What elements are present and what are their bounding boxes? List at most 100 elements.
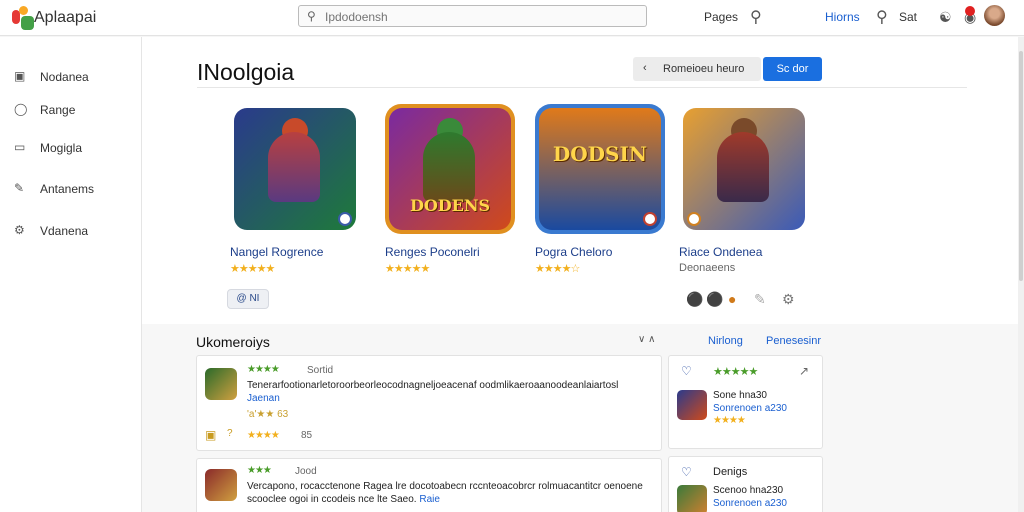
heart-icon[interactable]: ♡ [681,364,692,378]
like-icon[interactable]: ⚫ [686,291,703,308]
rating-stars: ★★★★★ [713,366,758,378]
sat-link[interactable]: Sat [899,10,917,24]
filter-chip[interactable]: @ NI [227,289,269,309]
globe-icon[interactable]: ☯ [939,9,952,26]
game-card[interactable]: DODSIN Pogra Cheloro ★★★★☆ [535,104,669,304]
game-name[interactable]: Nangel Rogrence [230,245,323,259]
game-tile-1[interactable] [230,104,360,234]
side-card-line: Sone hna30 [713,390,767,401]
app-name[interactable]: Aplaapai [34,9,96,27]
review-count: 85 [301,430,313,441]
monitor-icon: ▣ [14,69,26,83]
pen-icon: ✎ [14,181,25,195]
game-logo-text: DODSIN [552,142,648,166]
review-body: Tenerarfootionarletoroorbeorleocodnagnel… [247,380,619,391]
fire-icon[interactable]: ⚫ [706,291,723,308]
game-tile-3[interactable]: DODSIN [535,104,665,234]
sidebar: ▣ Nodanea ◯ Range ▭ Mogigla ✎ Antanems ⚙… [0,37,142,512]
scrollbar[interactable] [1018,37,1024,512]
side-card-line[interactable]: Sonrenoen a230 [713,403,787,414]
heart-icon[interactable]: ♡ [681,465,692,479]
game-logo-text: DODENS [409,196,491,215]
chevron-left-icon: ‹ [643,62,647,74]
platform-icon [687,212,701,226]
game-thumbnail[interactable] [677,390,707,420]
sidebar-item-label: Antanems [40,182,95,196]
side-card[interactable]: ♡ ★★★★★ ↗ Sone hna30 Sonrenoen a230 ★★★★ [668,355,823,449]
badge-icon: ▣ [205,428,217,442]
section-link[interactable]: Penesesinr [766,335,821,347]
sidebar-item-3[interactable]: ▭ Mogigla [14,140,134,160]
review-text: Tenerarfootionarletoroorbeorleocodnagnel… [247,379,647,405]
review-read-more-link[interactable]: Jaenan [247,393,280,404]
pencil-icon[interactable]: ✎ [754,291,766,308]
side-card-title: Denigs [713,466,748,478]
review-body: Vercapono, rocacctenone Ragea lre docoto… [247,481,643,505]
search-box[interactable]: ⚲ [298,5,647,27]
secondary-button-label: Romeioeu heuro [663,63,745,75]
review-text: Vercapono, rocacctenone Ragea lre docoto… [247,480,647,506]
game-card[interactable]: Nangel Rogrence ★★★★★ [230,104,364,304]
platform-icon [643,212,657,226]
secondary-button[interactable]: ‹ Romeioeu heuro [633,57,761,81]
review-stars: ★★★★ [247,364,280,375]
primary-button[interactable]: Sc dor [763,57,822,81]
game-name[interactable]: Riace Ondenea [679,245,762,259]
review-game-thumbnail[interactable] [205,368,237,400]
main-content: INoolgoia ‹ Romeioeu heuro Sc dor Nangel… [142,37,1018,512]
search-input[interactable] [325,9,625,24]
search-icon[interactable]: ⚲ [876,7,888,27]
sidebar-item-2[interactable]: ◯ Range [14,102,134,122]
review-meta: 'a'★★ 63 [247,409,289,420]
sidebar-item-4[interactable]: ✎ Antanems [14,181,134,201]
sidebar-item-1[interactable]: ▣ Nodanea [14,69,134,89]
section-link[interactable]: Nirlong [708,335,743,347]
sidebar-item-label: Range [40,103,76,117]
sidebar-item-label: Vdanena [40,224,89,238]
chevron-down-icon[interactable]: ∨ ∧ [638,334,655,345]
game-name[interactable]: Renges Poconelri [385,245,480,259]
search-icon[interactable]: ⚲ [750,7,762,27]
settings-icon: ⚙ [14,223,25,237]
sidebar-item-5[interactable]: ⚙ Vdanena [14,223,134,243]
review-game-thumbnail[interactable] [205,469,237,501]
search-icon: ⚲ [307,9,316,23]
arrow-icon[interactable]: ↗ [799,364,809,378]
question-icon: ? [227,428,233,439]
folder-icon: ▭ [14,140,26,154]
game-tile-4[interactable] [679,104,809,234]
game-name[interactable]: Pogra Cheloro [535,245,612,259]
home-link[interactable]: Hiorns [825,10,860,24]
sidebar-item-label: Nodanea [40,70,89,84]
game-card[interactable]: DODENS Renges Poconelri ★★★★★ [385,104,519,304]
game-subtitle: Deonaeens [679,262,736,274]
side-card[interactable]: ♡ Denigs Scenoo hna230 Sonrenoen a230 [668,456,823,512]
section-title: Ukomeroiys [196,334,270,350]
page-title: INoolgoia [197,59,295,85]
review-card[interactable]: ★★★ Jood Vercapono, rocacctenone Ragea l… [196,458,662,512]
gear-icon[interactable]: ⚙ [782,291,795,308]
pages-link[interactable]: Pages [704,10,738,24]
review-card[interactable]: ★★★★ Sortid Tenerarfootionarletoroorbeor… [196,355,662,451]
game-card[interactable]: Riace Ondenea Deonaeens [679,104,813,304]
rating-stars: ★★★★★ [230,263,275,275]
sidebar-item-label: Mogigla [40,141,83,155]
top-bar: Aplaapai ⚲ Pages ⚲ Hiorns ⚲ Sat ☯ ◉ [0,0,1024,36]
trophy-icon[interactable]: ● [728,291,736,307]
review-stars: ★★★★ [247,430,280,441]
notification-badge [965,6,975,16]
review-read-more-link[interactable]: Raie [419,494,440,505]
review-author: Jood [295,466,317,477]
rating-stars: ★★★★☆ [535,263,580,275]
avatar[interactable] [984,5,1005,26]
rating-stars: ★★★★ [713,415,746,426]
divider [197,87,967,88]
review-stars: ★★★ [247,465,272,476]
side-card-line[interactable]: Sonrenoen a230 [713,498,787,509]
game-thumbnail[interactable] [677,485,707,512]
game-tile-2[interactable]: DODENS [385,104,515,234]
rating-stars: ★★★★★ [385,263,430,275]
platform-icon [338,212,352,226]
scrollbar-thumb[interactable] [1019,51,1023,281]
side-card-line: Scenoo hna230 [713,485,784,496]
